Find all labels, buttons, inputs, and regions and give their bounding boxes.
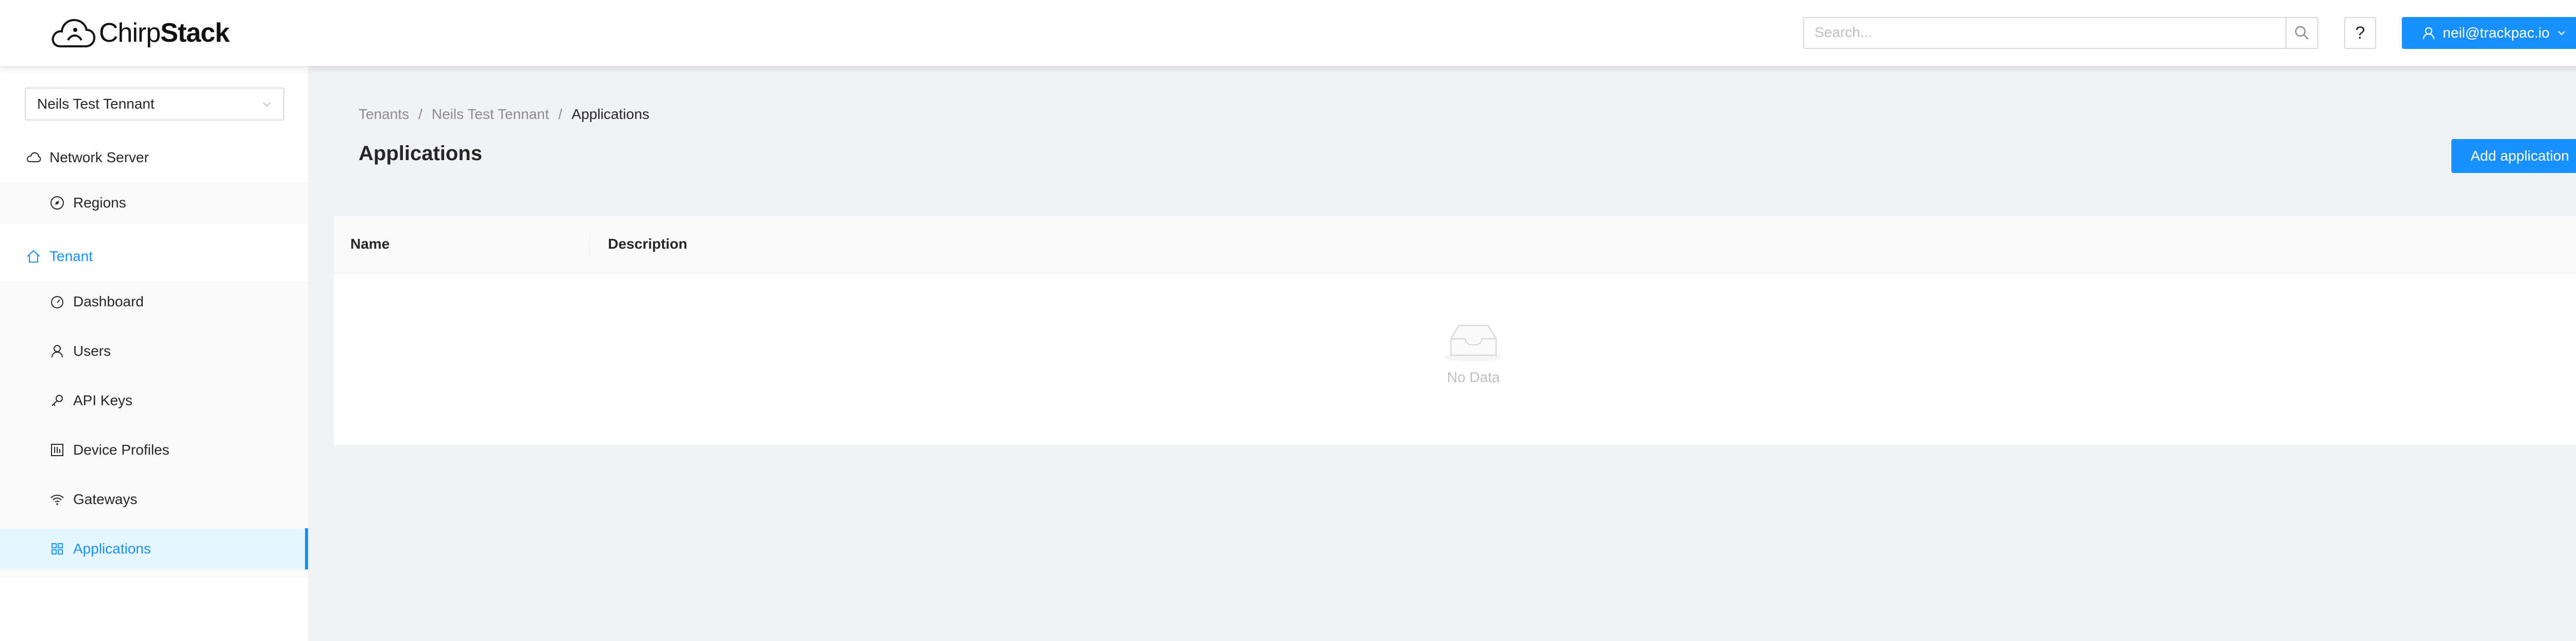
tenant-select-value: Neils Test Tennant [37,96,155,112]
user-email: neil@trackpac.io [2443,25,2550,41]
page-title: Applications [359,142,483,165]
sidebar-item-label: Regions [73,195,126,211]
sidebar-item-label: API Keys [73,392,133,408]
breadcrumb-separator: / [558,106,563,122]
appstore-icon [48,540,66,558]
key-icon [48,392,66,409]
menu-group-label: Tenant [49,248,93,264]
breadcrumb-item-tenants[interactable]: Tenants [359,106,409,123]
sidebar-item-dashboard[interactable]: Dashboard [0,281,308,322]
sidebar-item-regions[interactable]: Regions [0,182,308,223]
sidebar-item-api-keys[interactable]: API Keys [0,380,308,421]
breadcrumb: Tenants / Neils Test Tennant / Applicati… [359,106,649,123]
home-icon [25,248,42,265]
sidebar-item-users[interactable]: Users [0,331,308,372]
device-profile-icon [48,441,66,459]
empty-inbox-icon [1444,324,1503,361]
search-icon [2295,26,2309,40]
add-application-button[interactable]: Add application [2451,139,2576,173]
table-header: Name Description [334,216,2576,274]
chevron-down-icon [2557,31,2565,36]
empty-state: No Data [1406,319,1540,386]
dashboard-icon [48,293,66,310]
help-button[interactable]: ? [2344,17,2376,49]
logo-text: ChirpStack [99,18,230,48]
search-button[interactable] [2285,18,2317,48]
cloud-icon [25,149,42,166]
sidebar-item-label: Device Profiles [73,442,170,458]
chirpstack-logo[interactable]: ChirpStack [49,13,230,53]
sidebar-item-label: Gateways [73,491,138,507]
compass-icon [48,194,66,212]
wifi-icon [48,491,66,508]
menu-group-label: Network Server [49,149,149,165]
sidebar-item-label: Users [73,343,111,359]
user-menu-button[interactable]: neil@trackpac.io [2402,17,2576,49]
sidebar-item-gateways[interactable]: Gateways [0,479,308,520]
menu-group-network-server[interactable]: Network Server [0,133,309,182]
sidebar-item-label: Applications [73,541,151,557]
search-input[interactable] [1804,18,2299,47]
empty-text: No Data [1447,369,1500,385]
breadcrumb-separator: / [418,106,422,122]
breadcrumb-item-current: Applications [571,106,650,122]
cloud-bird-icon [52,19,96,47]
tenant-select[interactable]: Neils Test Tennant [25,88,284,120]
user-icon [2423,27,2435,40]
sidebar-item-applications[interactable]: Applications [0,528,308,569]
breadcrumb-item-tenant[interactable]: Neils Test Tennant [432,106,549,123]
top-header: ChirpStack ? neil@trackpac.io [0,0,2576,66]
column-divider [589,234,590,256]
chevron-down-icon [263,102,271,107]
question-icon: ? [2355,23,2365,43]
applications-table: Name Description No Data [334,216,2576,445]
sidebar-item-label: Dashboard [73,293,144,309]
search-box [1803,17,2318,49]
column-header-name[interactable]: Name [350,236,389,252]
sidebar-item-device-profiles[interactable]: Device Profiles [0,429,308,471]
column-header-description[interactable]: Description [608,236,687,252]
menu-group-tenant[interactable]: Tenant [0,232,309,281]
sidebar: Neils Test Tennant Network Server Region… [0,66,309,641]
user-icon [48,342,66,360]
